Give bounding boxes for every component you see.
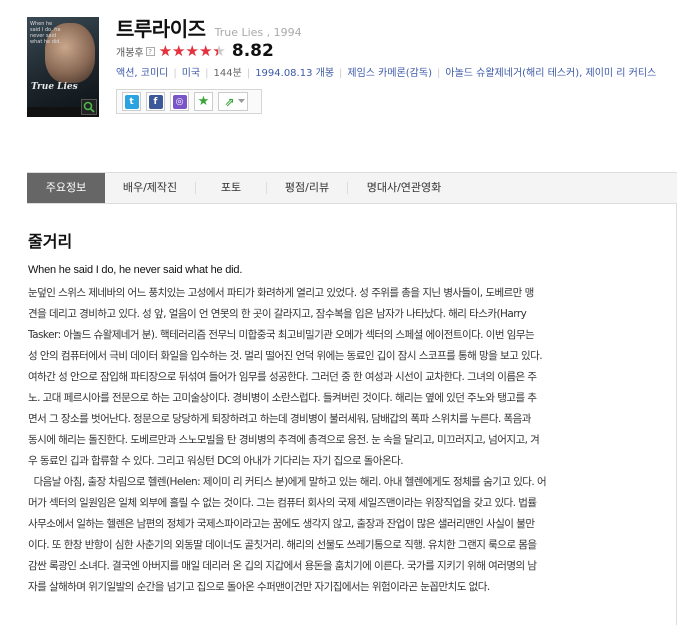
movie-poster[interactable]: When he said I do, he never said what he…	[27, 17, 99, 117]
favorite-button[interactable]: ★	[194, 92, 213, 111]
synopsis-tagline: When he said I do, he never said what he…	[28, 264, 243, 276]
synopsis-line: 머가 섹터의 일원임은 일체 외부에 흘릴 수 없는 것이다. 그는 컴퓨터 회…	[28, 497, 537, 509]
country-link[interactable]: 미국	[182, 68, 200, 79]
movie-title-en: True Lies	[214, 26, 264, 39]
synopsis-line: 다음날 아침, 출장 차림으로 헬렌(Helen: 제이미 리 커티스 분)에게…	[28, 476, 547, 488]
synopsis-line: 견을 데리고 경비하고 있다. 성 앞, 얼음이 언 연못의 한 곳이 갈라지고…	[28, 308, 527, 320]
twitter-icon: t	[124, 94, 139, 109]
tab-bar: 주요정보 배우/제작진 포토 평점/리뷰 명대사/연관영화	[27, 172, 677, 204]
me2day-share-button[interactable]: ◎	[170, 92, 189, 111]
star-rating: ★★★★★ ★★★★★	[158, 43, 226, 59]
director-link[interactable]: 제임스 카메론(감독)	[347, 68, 432, 79]
synopsis-line: 감싼 록광인 소녀다. 결국엔 아버지를 매일 데리러 온 깁의 지갑에서 용돈…	[28, 560, 537, 572]
share-arrow-icon: ⇗	[221, 94, 238, 109]
movie-meta: 액션, 코미디 | 미국 | 144분 | 1994.08.13 개봉 | 제임스 카메론(감독…	[116, 68, 657, 79]
facebook-icon: f	[148, 94, 163, 109]
movie-title: 트루라이즈	[116, 17, 206, 41]
tab-cast-crew[interactable]: 배우/제작진	[105, 173, 195, 203]
synopsis-heading: 줄거리	[28, 232, 73, 251]
tab-photo[interactable]: 포토	[196, 173, 266, 203]
synopsis-line: 우 동료인 깁과 합류할 수 있다. 그리고 워싱턴 DC의 아내가 기다리는 …	[28, 455, 404, 467]
tab-main-info[interactable]: 주요정보	[27, 173, 105, 203]
star-rating-filled: ★★★★★	[158, 43, 218, 59]
tab-quotes-related[interactable]: 명대사/연관영화	[348, 173, 460, 203]
chevron-down-icon	[237, 99, 245, 103]
share-toolbar: t f ◎ ★ ⇗	[116, 89, 262, 114]
runtime: 144분	[213, 68, 242, 79]
rating-label: 개봉후	[116, 47, 144, 59]
release-date-link[interactable]: 1994.08.13 개봉	[255, 68, 334, 79]
movie-year: 1994	[273, 26, 302, 39]
synopsis-line: 동시에 해리는 돌진한다. 도베르만과 스노모빌을 탄 경비병의 추격에 총격으…	[28, 434, 540, 446]
synopsis-line: 이다. 또 한창 반항이 심한 사춘기의 외동딸 데이너도 골칫거리. 해리의 …	[28, 539, 537, 551]
synopsis-line: 여하간 성 안으로 잠입해 파티장으로 뒤섞여 들어가 임무를 성공한다. 그러…	[28, 371, 537, 383]
synopsis-line: Tasker: 아놀드 슈왈제네거 분). 핵테러리즘 전무늬 미합중국 최고비…	[28, 329, 535, 341]
facebook-share-button[interactable]: f	[146, 92, 165, 111]
synopsis-line: 눈덮인 스위스 제네바의 어느 풍치있는 고성에서 파티가 화려하게 열리고 있…	[28, 287, 534, 299]
me2day-icon: ◎	[172, 94, 187, 109]
content-divider	[676, 204, 677, 625]
poster-tagline: When he said I do, he never said what he…	[30, 21, 62, 45]
tab-reviews[interactable]: 평점/리뷰	[267, 173, 347, 203]
synopsis-line: 성 안의 컴퓨터에서 극비 데이터 화일을 입수하는 것. 멀리 떨어진 언덕 …	[28, 350, 543, 362]
more-share-button[interactable]: ⇗	[218, 92, 248, 111]
synopsis-line: 사무소에서 일하는 헬렌은 남편의 정체가 국제스파이라고는 꿈에도 생각지 않…	[28, 518, 535, 530]
synopsis-text: 눈덮인 스위스 제네바의 어느 풍치있는 고성에서 파티가 화려하게 열리고 있…	[28, 283, 642, 598]
poster-title: True Lies	[31, 82, 78, 92]
star-icon: ★	[196, 93, 211, 109]
magnifier-icon[interactable]	[81, 99, 97, 115]
synopsis-line: 자를 살해하며 위기일발의 순간을 넘기고 집으로 돌아온 수퍼맨이건만 자기집…	[28, 581, 490, 593]
rating-row: 개봉후 ? ★★★★★ ★★★★★ 8.82	[116, 42, 274, 60]
genre-link[interactable]: 액션, 코미디	[116, 68, 168, 79]
synopsis-line: 면서 그 장소를 벗어난다. 정문으로 당당하게 퇴장하려고 하는데 경비병이 …	[28, 413, 531, 425]
twitter-share-button[interactable]: t	[122, 92, 141, 111]
rating-help-icon[interactable]: ?	[145, 46, 155, 56]
cast-link[interactable]: 아놀드 슈왈제네거(해리 테스커), 제이미 리 커티스	[445, 68, 656, 79]
rating-score: 8.82	[231, 41, 274, 61]
synopsis-line: 노. 고대 페르시아를 전문으로 하는 고미술상이다. 경비병이 소란스럽다. …	[28, 392, 537, 404]
